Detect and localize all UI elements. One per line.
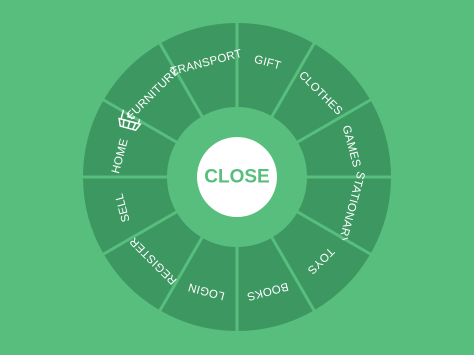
close-button[interactable]: CLOSE [197,137,277,217]
radial-menu-wheel: GIFTCLOTHESGAMESSTATIONARYTOYSBOOKSLOGIN… [0,0,474,355]
close-button-label[interactable]: CLOSE [204,167,269,188]
radial-menu: GIFT CLOTHES GAMES STATIONARY TOYS BOOKS LOGIN… [0,0,474,355]
